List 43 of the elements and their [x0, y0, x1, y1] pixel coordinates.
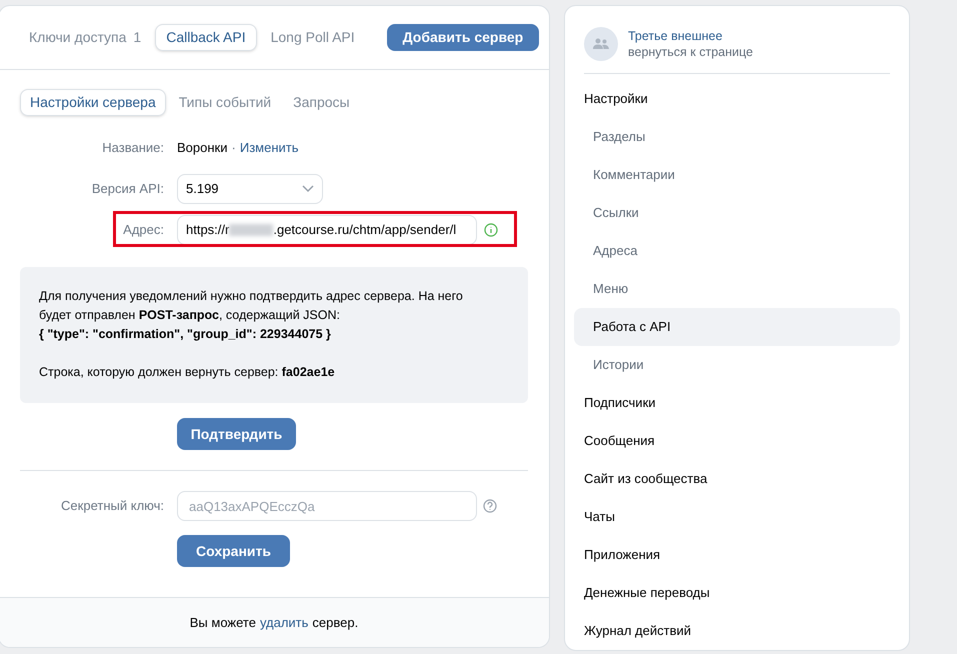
sidebar-subitem[interactable]: Разделы	[574, 118, 900, 156]
field-label: Версия API:	[92, 180, 164, 198]
community-name[interactable]: Третье внешнее	[628, 28, 753, 44]
api-version-select[interactable]: 5.199	[177, 174, 323, 204]
field-label: Адрес:	[123, 221, 164, 240]
edit-link[interactable]: Изменить	[240, 138, 298, 158]
community-avatar[interactable]	[584, 27, 618, 61]
footer-text: сервер.	[312, 614, 358, 632]
confirm-button[interactable]: Подтвердить	[177, 418, 296, 450]
field-label: Секретный ключ:	[61, 497, 164, 516]
answer-text: Строка, которую должен вернуть сервер: fa02ae1e	[39, 364, 336, 381]
field-label: Название:	[102, 139, 164, 158]
sidebar-subitem[interactable]: Адреса	[574, 232, 900, 270]
address-field[interactable]: https://r .getcourse.ru/chtm/app/sender/l	[177, 215, 477, 245]
sidebar-subitem[interactable]: Комментарии	[574, 156, 900, 194]
blurred-text-region	[229, 224, 274, 236]
sidebar-item[interactable]: Приложения	[574, 536, 900, 574]
sidebar-item[interactable]: Сообщения	[574, 422, 900, 460]
info-text: Для получения уведомлений нужно подтвердить адрес сервера. На него будет отправлен POST-запрос, содержащий JSON:	[39, 288, 464, 324]
chevron-down-icon	[302, 185, 314, 193]
sidebar-subitem[interactable]: Истории	[574, 346, 900, 384]
secret-key-field[interactable]: aaQ13axAPQEcczQa	[177, 491, 477, 521]
help-icon	[483, 499, 497, 513]
users-icon	[593, 38, 609, 50]
sidebar-item[interactable]: Сайт из сообщества	[574, 460, 900, 498]
sidebar-subitem[interactable]: Ссылки	[574, 194, 900, 232]
back-link[interactable]: вернуться к странице	[628, 44, 753, 60]
separator-dot: ·	[232, 139, 236, 158]
sidebar-item[interactable]: Денежные переводы	[574, 574, 900, 612]
tab[interactable]: Настройки сервера	[20, 89, 166, 116]
server-name: Воронки	[177, 139, 228, 158]
save-button[interactable]: Сохранить	[177, 535, 290, 567]
tab[interactable]: Callback API	[155, 24, 257, 51]
sidebar-item[interactable]: Подписчики	[574, 384, 900, 422]
sidebar-item[interactable]: Настройки	[574, 80, 900, 118]
footer-text: Вы можете	[190, 614, 256, 632]
sidebar-item[interactable]: Чаты	[574, 498, 900, 536]
add-server-button[interactable]: Добавить сервер	[386, 24, 540, 51]
sidebar-item[interactable]: Журнал действий	[574, 612, 900, 650]
delete-link[interactable]: удалить	[260, 612, 308, 632]
sidebar-subitem[interactable]: Работа с API	[574, 308, 900, 346]
json-text: { "type": "confirmation", "group_id": 229344075 }	[39, 326, 332, 343]
sidebar-subitem[interactable]: Меню	[574, 270, 900, 308]
